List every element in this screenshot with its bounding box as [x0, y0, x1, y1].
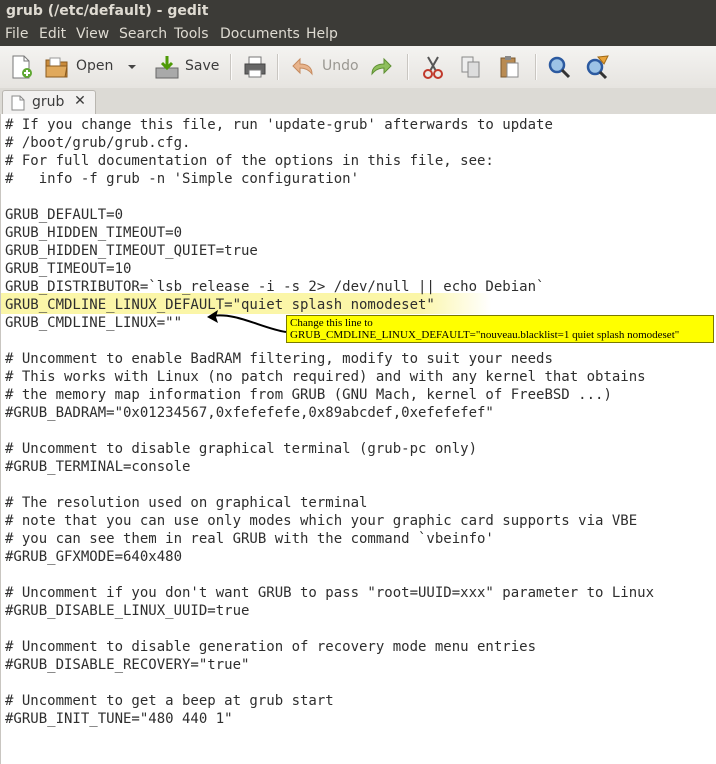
code-line: #GRUB_GFXMODE=640x480 — [5, 549, 183, 565]
code-line: GRUB_TIMEOUT=10 — [5, 261, 132, 277]
cut-button[interactable] — [420, 52, 448, 82]
code-line: # For full documentation of the options … — [5, 153, 494, 169]
code-line: # info -f grub -n 'Simple configuration' — [5, 171, 360, 187]
search-icon — [548, 56, 571, 79]
close-icon[interactable]: ✕ — [73, 94, 87, 108]
copy-button[interactable] — [458, 52, 486, 82]
undo-label: Undo — [322, 58, 359, 74]
toolbar-separator — [407, 54, 409, 80]
text-editor[interactable]: # If you change this file, run 'update-g… — [0, 114, 716, 764]
annotation-arrow — [207, 310, 287, 333]
code-line: # The resolution used on graphical termi… — [5, 495, 368, 511]
code-line: # Uncomment if you don't want GRUB to pa… — [5, 585, 655, 601]
code-line: GRUB_DISTRIBUTOR=`lsb_release -i -s 2> /… — [5, 279, 545, 295]
code-line: # Uncomment to disable graphical termina… — [5, 441, 478, 457]
find-replace-button[interactable] — [584, 52, 612, 82]
toolbar-separator — [230, 54, 232, 80]
annotation-callout: Change this line to GRUB_CMDLINE_LINUX_D… — [286, 315, 714, 343]
copy-icon — [461, 56, 480, 78]
redo-button[interactable] — [368, 52, 396, 82]
menu-edit[interactable]: Edit — [39, 26, 66, 42]
code-line: # /boot/grub/grub.cfg. — [5, 135, 191, 151]
menu-documents[interactable]: Documents — [220, 26, 300, 42]
open-label: Open — [76, 58, 114, 74]
code-line: # Uncomment to get a beep at grub start — [5, 693, 334, 709]
code-line: # Uncomment to disable generation of rec… — [5, 639, 537, 655]
code-line: # Uncomment to enable BadRAM filtering, … — [5, 351, 553, 367]
toolbar-separator — [535, 54, 537, 80]
document-tab-bar: grub ✕ — [0, 88, 716, 115]
print-button[interactable] — [242, 52, 270, 82]
tab-label: grub — [32, 94, 65, 110]
toolbar-separator — [277, 54, 279, 80]
new-button[interactable] — [8, 52, 36, 82]
open-button[interactable]: Open — [44, 52, 116, 82]
tab-grub[interactable]: grub ✕ — [2, 90, 96, 115]
menu-view[interactable]: View — [76, 26, 109, 42]
menu-tools[interactable]: Tools — [174, 26, 209, 42]
open-recent-dropdown[interactable] — [124, 52, 140, 82]
find-button[interactable] — [546, 52, 574, 82]
new-document-icon — [12, 55, 32, 79]
undo-button[interactable]: Undo — [290, 52, 362, 82]
text-file-icon — [11, 95, 25, 111]
code-line: #GRUB_TERMINAL=console — [5, 459, 191, 475]
scissors-icon — [423, 56, 443, 79]
find-replace-icon — [586, 55, 609, 80]
code-line: # the memory map information from GRUB (… — [5, 387, 612, 403]
annotation-line-1: Change this line to — [290, 317, 373, 329]
open-folder-icon — [45, 57, 68, 78]
paste-icon — [500, 56, 519, 78]
code-line: #GRUB_DISABLE_RECOVERY="true" — [5, 657, 250, 673]
annotation-line-2: GRUB_CMDLINE_LINUX_DEFAULT="nouveau.blac… — [290, 329, 680, 341]
menu-search[interactable]: Search — [119, 26, 167, 42]
code-line: #GRUB_BADRAM="0x01234567,0xfefefefe,0x89… — [5, 405, 494, 421]
code-line: #GRUB_DISABLE_LINUX_UUID=true — [5, 603, 250, 619]
code-line: GRUB_DEFAULT=0 — [5, 207, 124, 223]
code-line: #GRUB_INIT_TUNE="480 440 1" — [5, 711, 233, 727]
redo-icon — [371, 57, 392, 76]
chevron-down-icon — [128, 65, 136, 69]
menu-bar: File Edit View Search Tools Documents He… — [0, 24, 716, 46]
menu-file[interactable]: File — [5, 26, 28, 42]
toolbar: Open Save Undo — [0, 46, 716, 89]
code-line: # note that you can use only modes which… — [5, 513, 638, 529]
paste-button[interactable] — [496, 52, 524, 82]
code-line: GRUB_HIDDEN_TIMEOUT=0 — [5, 225, 183, 241]
window-titlebar[interactable]: grub (/etc/default) - gedit — [0, 0, 716, 24]
print-icon — [244, 56, 266, 78]
save-icon — [155, 56, 179, 79]
code-line: # you can see them in real GRUB with the… — [5, 531, 494, 547]
code-line: # If you change this file, run 'update-g… — [5, 117, 553, 133]
code-line: GRUB_CMDLINE_LINUX="" — [5, 315, 183, 331]
save-label: Save — [185, 58, 220, 74]
code-line: GRUB_HIDDEN_TIMEOUT_QUIET=true — [5, 243, 258, 259]
menu-help[interactable]: Help — [306, 26, 338, 42]
window-title: grub (/etc/default) - gedit — [6, 3, 209, 19]
undo-icon — [292, 57, 313, 76]
save-button[interactable]: Save — [154, 52, 224, 82]
code-line: # This works with Linux (no patch requir… — [5, 369, 646, 385]
